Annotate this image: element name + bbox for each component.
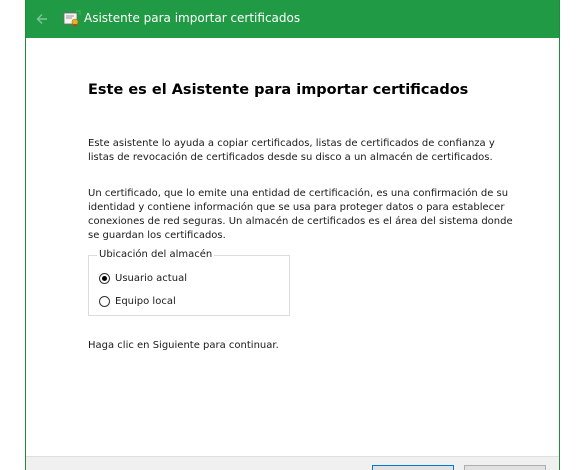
certificate-icon [63,10,81,27]
wizard-heading: Este es el Asistente para importar certi… [88,82,469,98]
cancel-button[interactable] [464,465,546,470]
radio-local-machine-label: Equipo local [115,295,176,307]
back-arrow-icon [36,14,47,24]
window-title: Asistente para importar certificados [84,11,301,25]
title-bar: Asistente para importar certificados [26,0,559,38]
import-certificate-wizard-window: Asistente para importar certificados Est… [25,0,560,470]
store-location-group: Ubicación del almacén Usuario actual Equ… [88,249,290,316]
intro-paragraph: Este asistente lo ayuda a copiar certifi… [88,138,495,163]
next-button[interactable] [372,465,454,470]
wizard-footer [26,456,559,470]
radio-button-selected[interactable] [99,272,110,284]
store-location-legend: Ubicación del almacén [97,249,215,260]
radio-current-user[interactable]: Usuario actual [99,270,187,286]
radio-current-user-label: Usuario actual [115,272,187,284]
certificate-description-paragraph: Un certificado, que lo emite una entidad… [88,188,513,241]
back-button[interactable] [32,9,52,29]
continue-instruction: Haga clic en Siguiente para continuar. [88,340,279,351]
radio-local-machine[interactable]: Equipo local [99,293,176,309]
radio-button-unselected[interactable] [99,295,110,307]
wizard-content: Este es el Asistente para importar certi… [26,38,559,456]
